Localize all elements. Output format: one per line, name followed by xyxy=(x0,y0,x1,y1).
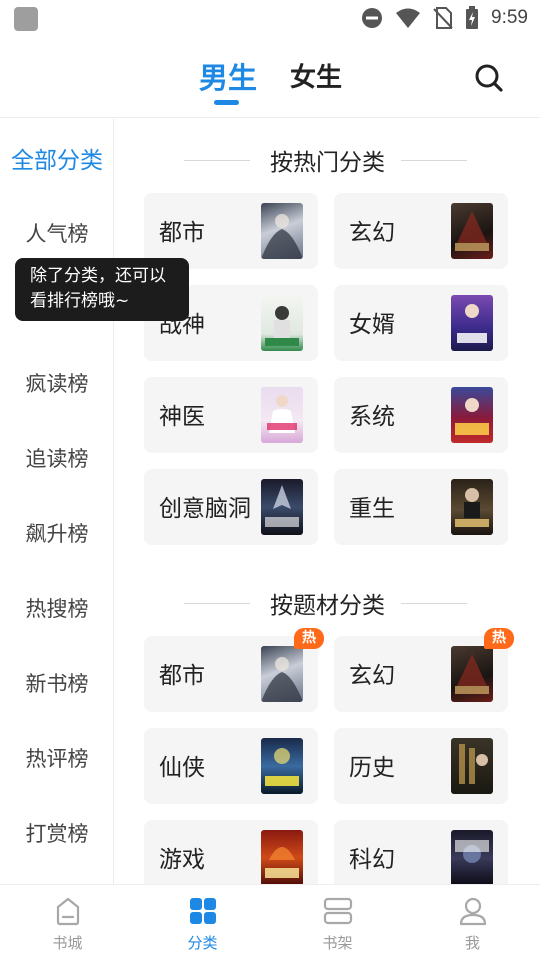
category-card-xitong[interactable]: 系统 xyxy=(334,377,508,453)
status-time: 9:59 xyxy=(491,7,528,28)
category-card-kehuan[interactable]: 科幻 xyxy=(334,820,508,884)
card-label: 都市 xyxy=(159,663,205,689)
bookstore-icon xyxy=(56,897,80,926)
divider-line xyxy=(184,603,250,604)
nav-label: 书架 xyxy=(322,934,353,952)
tooltip-line-2: 看排行榜哦~ xyxy=(30,291,130,311)
tab-female[interactable]: 女生 xyxy=(290,58,342,98)
sidebar-item-tips[interactable]: 打赏榜 xyxy=(0,818,114,848)
book-cover-image xyxy=(261,387,303,443)
hot-badge: 热 xyxy=(294,628,324,649)
battery-charging-icon xyxy=(466,6,479,29)
category-card-xuanhuan[interactable]: 玄幻 xyxy=(334,193,508,269)
category-card-chongsheng[interactable]: 重生 xyxy=(334,469,508,545)
book-cover-image xyxy=(451,738,493,794)
section-title-hot: 按热门分类 xyxy=(115,143,540,177)
category-sidebar: 全部分类 人气榜 疯读榜 追读榜 飙升榜 热搜榜 新书榜 热评榜 打赏榜 xyxy=(0,119,114,884)
section-title-text: 按题材分类 xyxy=(270,593,385,619)
card-label: 女婿 xyxy=(349,312,395,338)
nav-profile[interactable]: 我 xyxy=(405,885,540,961)
card-label: 玄幻 xyxy=(349,220,395,246)
nav-bookstore[interactable]: 书城 xyxy=(0,885,135,961)
status-icons: 9:59 xyxy=(361,6,528,30)
section-title-text: 按热门分类 xyxy=(270,150,385,176)
book-cover-image xyxy=(451,295,493,351)
book-cover-image xyxy=(261,203,303,259)
book-cover-image xyxy=(451,830,493,884)
divider-line xyxy=(401,603,467,604)
category-card-shenyi[interactable]: 神医 xyxy=(144,377,318,453)
nav-category[interactable]: 分类 xyxy=(135,885,270,961)
nav-label: 分类 xyxy=(187,934,218,952)
tab-active-indicator xyxy=(214,100,239,105)
section-title-theme: 按题材分类 xyxy=(115,586,540,620)
wifi-icon xyxy=(396,8,421,28)
category-content: 按热门分类 都市 玄幻 战神 女婿 神医 系统 创意脑洞 重生 按题材分类 都市… xyxy=(115,119,540,884)
card-label: 仙侠 xyxy=(159,755,205,781)
category-card-xuanhuan-theme[interactable]: 玄幻 热 xyxy=(334,628,514,712)
divider-line xyxy=(401,160,467,161)
nav-label: 书城 xyxy=(52,934,83,952)
status-bar: 9:59 xyxy=(0,0,540,36)
bookshelf-icon xyxy=(323,897,353,925)
sidebar-item-follow-read[interactable]: 追读榜 xyxy=(0,443,114,473)
divider-line xyxy=(184,160,250,161)
book-cover-image xyxy=(261,295,303,351)
card-label: 科幻 xyxy=(349,847,395,873)
hot-badge: 热 xyxy=(484,628,514,649)
card-label: 游戏 xyxy=(159,847,205,873)
category-card-xianxia[interactable]: 仙侠 xyxy=(144,728,318,804)
top-header: 男生 女生 xyxy=(0,36,540,118)
sidebar-item-hot-search[interactable]: 热搜榜 xyxy=(0,593,114,623)
book-cover-image xyxy=(451,387,493,443)
dnd-icon xyxy=(362,8,383,28)
category-card-youxi[interactable]: 游戏 xyxy=(144,820,318,884)
category-card-dushi-theme[interactable]: 都市 热 xyxy=(144,628,324,712)
app-icon xyxy=(14,7,38,31)
card-label: 神医 xyxy=(159,404,205,430)
card-label: 创意脑洞 xyxy=(159,496,251,522)
sidebar-item-all-categories[interactable]: 全部分类 xyxy=(0,141,114,175)
card-label: 都市 xyxy=(159,220,205,246)
book-cover-image xyxy=(451,203,493,259)
nav-label: 我 xyxy=(464,934,480,952)
category-grid-icon xyxy=(190,898,216,924)
card-label: 历史 xyxy=(349,755,395,781)
book-cover-image xyxy=(261,830,303,884)
search-icon[interactable] xyxy=(474,63,504,93)
category-card-lishi[interactable]: 历史 xyxy=(334,728,508,804)
card-label: 系统 xyxy=(349,404,395,430)
no-sim-icon xyxy=(433,7,453,29)
card-label: 重生 xyxy=(349,496,395,522)
book-cover-image xyxy=(261,646,303,702)
book-cover-image xyxy=(451,646,493,702)
sidebar-item-new-books[interactable]: 新书榜 xyxy=(0,668,114,698)
ranking-tooltip[interactable]: 除了分类，还可以 看排行榜哦~ xyxy=(15,258,189,321)
book-cover-image xyxy=(261,738,303,794)
category-card-nvxu[interactable]: 女婿 xyxy=(334,285,508,361)
sidebar-item-crazy-read[interactable]: 疯读榜 xyxy=(0,368,114,398)
sidebar-item-rising[interactable]: 飙升榜 xyxy=(0,518,114,548)
book-cover-image xyxy=(451,479,493,535)
bottom-navigation: 书城 分类 书架 我 xyxy=(0,884,540,960)
nav-bookshelf[interactable]: 书架 xyxy=(270,885,405,961)
sidebar-item-popular[interactable]: 人气榜 xyxy=(0,218,114,248)
tab-male[interactable]: 男生 xyxy=(199,58,257,98)
tooltip-line-1: 除了分类，还可以 xyxy=(30,266,166,286)
book-cover-image xyxy=(261,479,303,535)
category-card-chuangyi[interactable]: 创意脑洞 xyxy=(144,469,318,545)
profile-icon xyxy=(459,897,487,926)
card-label: 玄幻 xyxy=(349,663,395,689)
sidebar-item-hot-comments[interactable]: 热评榜 xyxy=(0,743,114,773)
